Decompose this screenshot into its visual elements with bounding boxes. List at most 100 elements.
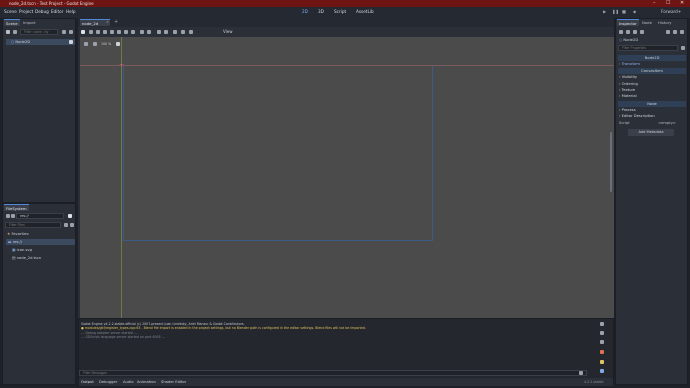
selectable-tool-icon[interactable] (110, 30, 114, 34)
kebab-menu-icon[interactable] (189, 30, 193, 34)
menu-debug[interactable]: Debug (35, 9, 49, 14)
grid-snap-icon[interactable] (147, 30, 151, 34)
tab-history[interactable]: History (656, 19, 674, 26)
section-transform[interactable]: › Transform (619, 62, 640, 66)
copy-icon[interactable] (600, 322, 604, 326)
section-ordering[interactable]: › Ordering (619, 82, 638, 86)
section-process[interactable]: › Process (619, 108, 636, 112)
minimize-button[interactable]: – (653, 0, 656, 7)
add-node-icon[interactable] (6, 30, 10, 34)
section-material[interactable]: › Material (619, 94, 637, 98)
close-button[interactable]: ✕ (680, 0, 684, 7)
settings-icon[interactable] (681, 46, 685, 50)
file-item-scene[interactable]: ▤ node_2d.tscn (12, 255, 41, 261)
warning-filter-icon[interactable] (600, 360, 604, 364)
script-icon[interactable] (62, 30, 66, 34)
kebab-menu-icon[interactable] (70, 223, 74, 227)
add-metadata-button[interactable]: Add Metadata (628, 129, 674, 136)
section-visibility[interactable]: › Visibility (619, 75, 637, 79)
tab-node[interactable]: Node (640, 19, 654, 26)
messages-filter-icon[interactable] (600, 340, 604, 344)
viewport-frame (123, 65, 433, 241)
pause-icon[interactable]: ❚❚ (612, 9, 619, 14)
new-tab-icon[interactable]: + (114, 19, 118, 25)
split-view-icon[interactable] (68, 214, 72, 218)
menu-editor[interactable]: Editor (51, 9, 63, 14)
bone-icon[interactable] (173, 30, 177, 34)
kebab-menu-icon[interactable] (69, 30, 73, 34)
node2d-icon: ○ (11, 40, 15, 44)
tree-node-node2d[interactable]: ○ Node2D (6, 39, 75, 45)
group-icon[interactable] (164, 30, 168, 34)
view-menu-icon[interactable] (181, 30, 185, 34)
class-header-node2d: Node2D (618, 55, 686, 61)
path-field[interactable]: res:// (16, 213, 64, 219)
history-forward-icon[interactable] (673, 30, 677, 34)
file-item-icon[interactable]: ▣ icon.svg (12, 247, 32, 253)
tab-import[interactable]: Import (21, 19, 38, 26)
view-menu[interactable]: View (223, 29, 233, 34)
forward-icon[interactable] (11, 214, 15, 218)
zoom-out-icon[interactable] (84, 42, 88, 46)
play-icon[interactable]: ▶ (603, 9, 606, 14)
tab-shader-editor[interactable]: Shader Editor (161, 380, 186, 384)
stop-icon[interactable]: ■ (622, 9, 626, 14)
tab-scene[interactable]: Scene (4, 19, 20, 26)
error-filter-icon[interactable] (600, 350, 604, 354)
log-line: --- GDScript language server started on … (81, 335, 166, 340)
new-resource-icon[interactable] (619, 30, 623, 34)
smart-snap-icon[interactable] (140, 30, 144, 34)
workspace-assetlib[interactable]: AssetLib (356, 9, 374, 14)
output-filter-input[interactable] (79, 370, 587, 376)
options-icon[interactable] (640, 30, 644, 34)
workspace-2d[interactable]: 2D (302, 9, 308, 14)
section-texture[interactable]: › Texture (619, 88, 635, 92)
workspace-3d[interactable]: 3D (318, 9, 324, 14)
zoom-level[interactable]: 100 % (101, 42, 111, 46)
script-property-value[interactable]: <empty> (658, 121, 676, 125)
zoom-in-icon[interactable] (116, 42, 120, 46)
viewport-scrollbar[interactable] (610, 132, 612, 192)
kebab-menu-icon[interactable] (680, 30, 684, 34)
renderer-select[interactable]: Forward+ (661, 9, 681, 14)
lock-icon[interactable] (157, 30, 161, 34)
menu-scene[interactable]: Scene (4, 9, 17, 14)
property-filter-input[interactable] (618, 45, 678, 51)
open-icon[interactable] (626, 30, 630, 34)
close-tab-icon[interactable]: × (106, 20, 109, 24)
workspace-script[interactable]: Script (334, 9, 346, 14)
clear-icon[interactable] (600, 331, 604, 335)
move-tool-icon[interactable] (89, 30, 93, 34)
maximize-button[interactable]: ☐ (666, 0, 670, 7)
history-back-icon[interactable] (666, 30, 670, 34)
tab-inspector[interactable]: Inspector (617, 19, 639, 26)
file-filter-input[interactable] (5, 222, 61, 228)
movie-icon[interactable]: ◆ (633, 9, 636, 14)
scene-filter-input[interactable] (20, 29, 58, 35)
tab-debugger[interactable]: Debugger (99, 380, 117, 384)
instance-scene-icon[interactable] (13, 30, 17, 34)
scale-tool-icon[interactable] (103, 30, 107, 34)
menu-project[interactable]: Project (19, 9, 33, 14)
editor-filter-icon[interactable] (600, 369, 604, 373)
menu-help[interactable]: Help (66, 9, 76, 14)
sort-icon[interactable] (64, 223, 68, 227)
ruler-tool-icon[interactable] (131, 30, 135, 34)
object-selector[interactable]: ○ Node2D (619, 37, 638, 43)
tab-output[interactable]: Output (81, 380, 94, 384)
rotate-tool-icon[interactable] (96, 30, 100, 34)
save-icon[interactable] (633, 30, 637, 34)
select-tool-icon[interactable] (81, 30, 85, 34)
tab-filesystem[interactable]: FileSystem (4, 204, 29, 211)
zoom-reset-icon[interactable] (93, 42, 97, 46)
tab-audio[interactable]: Audio (123, 380, 133, 384)
section-editor-description[interactable]: › Editor Description (619, 114, 655, 118)
visibility-eye-icon[interactable] (69, 40, 73, 44)
viewport-2d[interactable]: + 100 % (78, 37, 614, 318)
tab-animation[interactable]: Animation (137, 380, 156, 384)
pivot-tool-icon[interactable] (117, 30, 121, 34)
favorites-item[interactable]: ★ Favorites: (7, 231, 29, 237)
file-item-res[interactable]: ▬ res:// (6, 239, 75, 245)
back-icon[interactable] (6, 214, 10, 218)
pan-tool-icon[interactable] (124, 30, 128, 34)
